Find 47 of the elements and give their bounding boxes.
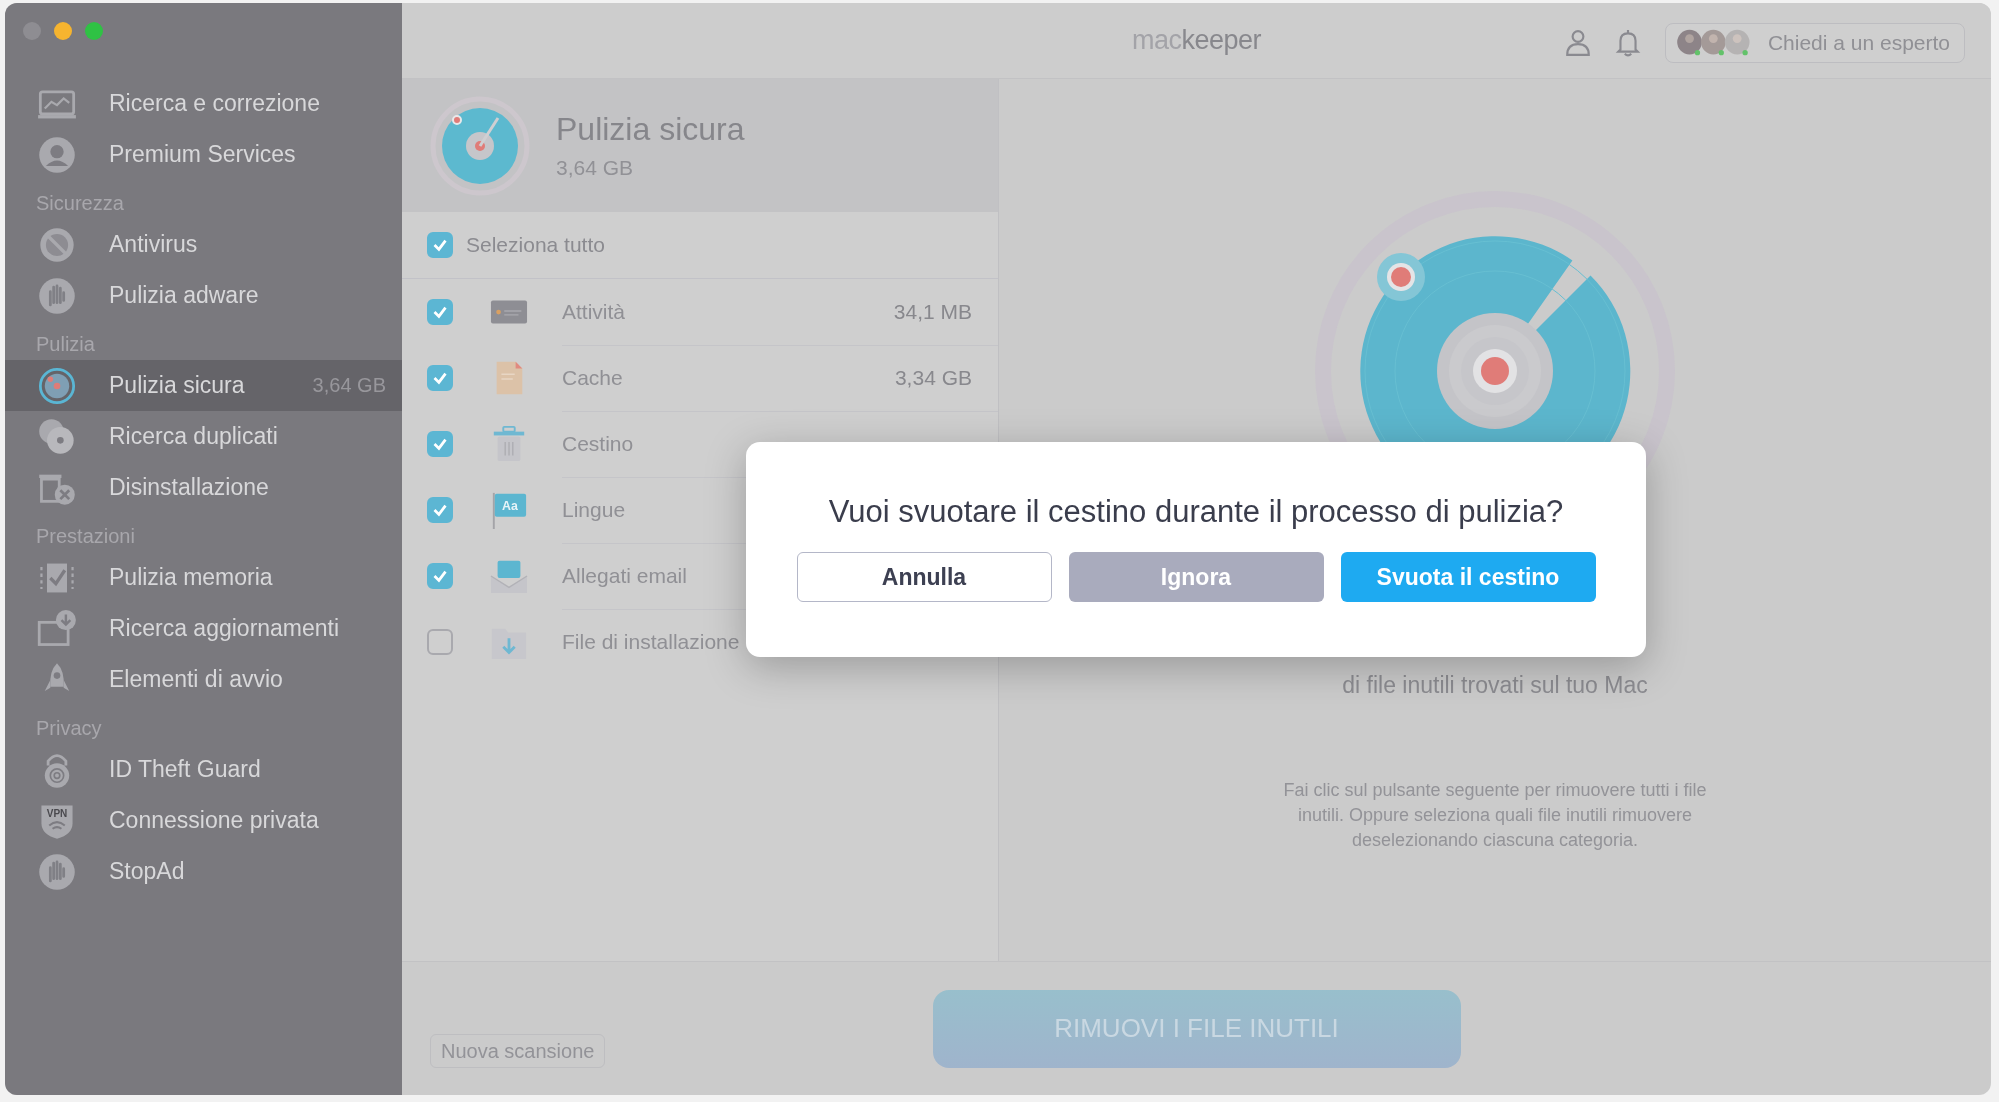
category-checkbox[interactable] xyxy=(427,497,453,523)
hint-text: Fai clic sul pulsante seguente per rimuovere tutti i file inutili. Oppure seleziona quali file inutili rimuovere deselezionando ciascuna categoria. xyxy=(1282,779,1708,852)
radar-icon xyxy=(430,95,530,196)
discs-icon xyxy=(37,416,77,457)
sidebar-item[interactable]: VPN Connessione privata xyxy=(5,795,402,846)
category-label: Allegati email xyxy=(562,563,687,588)
sidebar-item[interactable]: Ricerca e correzione xyxy=(5,78,402,129)
category-size: 34,1 MB xyxy=(893,299,972,324)
category-label: Lingue xyxy=(562,497,626,522)
radar-icon xyxy=(37,365,77,406)
sidebar-item[interactable]: StopAd xyxy=(5,846,402,897)
sidebar-item[interactable]: Pulizia adware xyxy=(5,270,402,321)
sidebar-item[interactable]: Premium Services xyxy=(5,129,402,180)
select-all-checkbox[interactable] xyxy=(427,232,453,258)
category-label: Attività xyxy=(562,299,626,324)
category-label: Cestino xyxy=(562,431,634,456)
panel-title: Pulizia sicura xyxy=(556,111,745,148)
category-checkbox[interactable] xyxy=(427,431,453,457)
category-checkbox[interactable] xyxy=(427,563,453,589)
sidebar-item[interactable]: Ricerca duplicati xyxy=(5,411,402,462)
sidebar-item[interactable]: Antivirus xyxy=(5,219,402,270)
dialog-button[interactable]: Svuota il cestino xyxy=(1340,552,1596,602)
hand-icon xyxy=(37,275,77,316)
minimize-button[interactable] xyxy=(54,22,72,40)
sidebar-item[interactable]: Pulizia memoria xyxy=(5,552,402,603)
dialog-button[interactable]: Annulla xyxy=(796,552,1052,602)
sidebar-item[interactable]: ID Theft Guard xyxy=(5,744,402,795)
category-size: 3,34 GB xyxy=(894,365,972,390)
dialog-button[interactable]: Ignora xyxy=(1068,552,1324,602)
account-icon[interactable] xyxy=(1564,29,1591,57)
category-label: File di installazione xyxy=(562,630,740,654)
select-all-label: Seleziona tutto xyxy=(466,233,605,257)
category-checkbox[interactable] xyxy=(427,629,453,655)
zoom-button[interactable] xyxy=(85,22,103,40)
sidebar-item[interactable]: Ricerca aggiornamenti xyxy=(5,603,402,654)
category-checkbox[interactable] xyxy=(427,365,453,391)
category-label: Cache xyxy=(562,365,623,390)
dialog-question: Vuoi svuotare il cestino durante il processo di pulizia? xyxy=(828,494,1564,530)
new-scan-button[interactable]: Nuova scansione xyxy=(430,1034,606,1068)
sidebar-item[interactable]: Disinstallazione xyxy=(5,462,402,513)
summary-caption: di file inutili trovati sul tuo Mac xyxy=(1342,672,1648,699)
palm-icon xyxy=(37,851,77,892)
download-icon xyxy=(37,608,77,649)
sidebar-item[interactable]: Elementi di avvio xyxy=(5,654,402,705)
notifications-icon[interactable] xyxy=(1614,29,1641,57)
category-checkbox[interactable] xyxy=(427,299,453,325)
ask-expert-button[interactable]: Chiedi a un esperto xyxy=(1664,23,1965,63)
